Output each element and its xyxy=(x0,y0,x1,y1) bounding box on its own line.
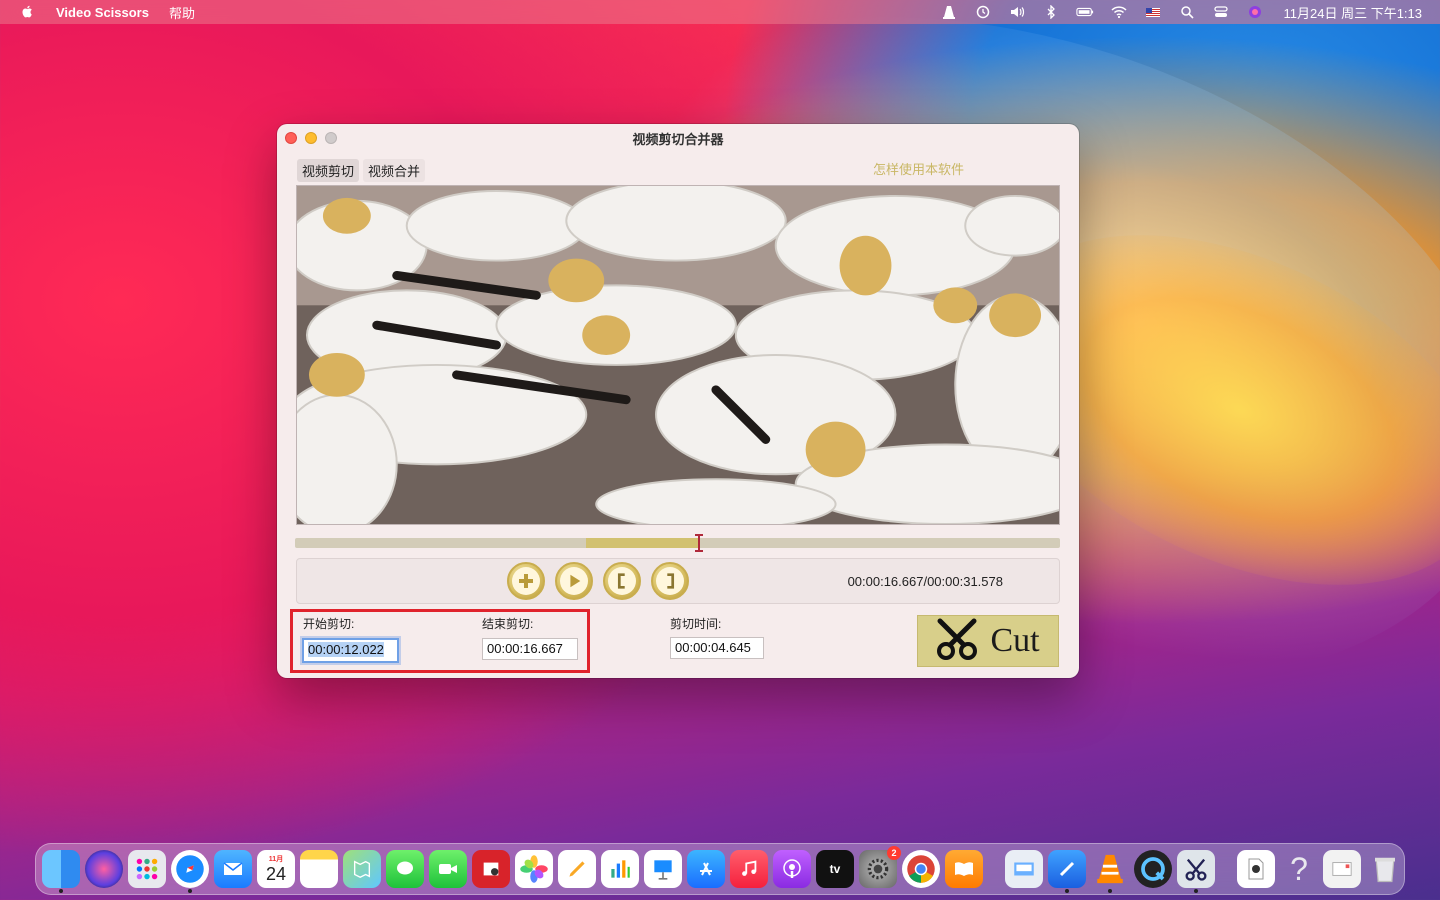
scissors-icon xyxy=(936,617,980,666)
video-preview[interactable] xyxy=(296,185,1060,525)
photo-booth-icon[interactable] xyxy=(472,850,510,888)
video-scissors-icon[interactable] xyxy=(1177,850,1215,893)
time-machine-icon[interactable] xyxy=(974,4,992,20)
help-question-icon[interactable]: ? xyxy=(1280,850,1318,888)
battery-icon[interactable] xyxy=(1075,4,1094,20)
photos-icon[interactable] xyxy=(515,850,553,888)
duration-label: 剪切时间: xyxy=(670,617,722,631)
calendar-day: 24 xyxy=(265,863,287,884)
mark-in-button[interactable] xyxy=(603,562,641,600)
window-titlebar[interactable]: 视频剪切合并器 xyxy=(277,124,1079,152)
notification-badge: 2 xyxy=(887,846,901,860)
playback-controls: 00:00:16.667/00:00:31.578 xyxy=(296,558,1060,604)
close-window-button[interactable] xyxy=(285,132,297,144)
siri-dock-icon[interactable] xyxy=(85,850,123,888)
duration-field[interactable]: 00:00:04.645 xyxy=(670,637,764,659)
add-video-button[interactable] xyxy=(507,562,545,600)
playhead-handle[interactable] xyxy=(694,534,704,552)
music-icon[interactable] xyxy=(730,850,768,888)
cut-button-label: Cut xyxy=(990,622,1040,659)
apple-tv-icon[interactable]: tv xyxy=(816,850,854,888)
mark-out-button[interactable] xyxy=(651,562,689,600)
time-readout: 00:00:16.667/00:00:31.578 xyxy=(847,574,1003,589)
tab-video-merge[interactable]: 视频合并 xyxy=(363,159,426,182)
xcode-icon[interactable] xyxy=(1048,850,1086,893)
cut-start-field[interactable]: 00:00:12.022 xyxy=(302,638,399,663)
quicktime-icon[interactable] xyxy=(1134,850,1172,888)
play-button[interactable] xyxy=(555,562,593,600)
timeline-track[interactable] xyxy=(295,534,1060,552)
tab-video-cut[interactable]: 视频剪切 xyxy=(297,159,360,182)
keynote-icon[interactable] xyxy=(644,850,682,888)
podcasts-icon[interactable] xyxy=(773,850,811,888)
wifi-icon[interactable] xyxy=(1110,4,1128,20)
chrome-icon[interactable] xyxy=(902,850,940,888)
add-icon xyxy=(512,567,540,595)
play-icon xyxy=(560,567,588,595)
help-menu[interactable]: 帮助 xyxy=(169,3,195,22)
volume-icon[interactable] xyxy=(1008,4,1026,20)
safari-icon[interactable] xyxy=(171,850,209,893)
system-preferences-icon[interactable]: 2 xyxy=(859,846,901,888)
app-store-icon[interactable] xyxy=(687,850,725,888)
pencil-app-icon[interactable] xyxy=(558,850,596,888)
app-name-menu[interactable]: Video Scissors xyxy=(56,5,149,20)
how-to-use-link[interactable]: 怎样使用本软件 xyxy=(873,159,964,178)
app-window: 视频剪切合并器 视频剪切 视频合并 怎样使用本软件 00:00:16.667/0… xyxy=(277,124,1079,678)
video-frame-gannets xyxy=(297,186,1059,524)
cut-start-label: 开始剪切: xyxy=(303,617,355,631)
mark-in-icon xyxy=(608,567,636,595)
mp4-file-icon[interactable] xyxy=(1237,850,1275,888)
minimize-window-button[interactable] xyxy=(305,132,317,144)
dock: 11月 24 tv 2 ? xyxy=(35,843,1405,895)
vlc-status-icon[interactable] xyxy=(940,4,958,20)
email-stamp-icon[interactable] xyxy=(1323,850,1361,888)
status-area: 11月24日 周三 下午1:13 xyxy=(940,0,1422,24)
facetime-icon[interactable] xyxy=(429,850,467,888)
cut-end-field[interactable]: 00:00:16.667 xyxy=(482,638,578,660)
mail-icon[interactable] xyxy=(214,850,252,888)
input-source-flag-icon[interactable] xyxy=(1144,4,1162,20)
cut-end-value: 00:00:16.667 xyxy=(487,641,563,656)
menu-bar: Video Scissors 帮助 11月24日 周三 下午1:13 xyxy=(0,0,1440,24)
apple-menu-icon[interactable] xyxy=(20,4,36,20)
vlc-icon[interactable] xyxy=(1091,850,1129,893)
zoom-window-button[interactable] xyxy=(325,132,337,144)
trash-icon[interactable] xyxy=(1366,850,1404,888)
preview-icon[interactable] xyxy=(1005,850,1043,888)
launchpad-icon[interactable] xyxy=(128,850,166,888)
window-controls xyxy=(285,132,337,144)
spotlight-search-icon[interactable] xyxy=(1178,4,1196,20)
control-center-icon[interactable] xyxy=(1212,4,1230,20)
cut-button[interactable]: Cut xyxy=(917,615,1059,667)
menubar-clock[interactable]: 11月24日 周三 下午1:13 xyxy=(1284,3,1422,22)
cut-end-label: 结束剪切: xyxy=(482,617,534,631)
notes-icon[interactable] xyxy=(300,850,338,888)
books-icon[interactable] xyxy=(945,850,983,888)
cut-start-value: 00:00:12.022 xyxy=(308,642,384,657)
mode-tabs: 视频剪切 视频合并 xyxy=(297,159,426,182)
siri-icon[interactable] xyxy=(1246,4,1264,20)
duration-value: 00:00:04.645 xyxy=(675,640,751,655)
calendar-icon[interactable]: 11月 24 xyxy=(257,850,295,888)
maps-icon[interactable] xyxy=(343,850,381,888)
finder-icon[interactable] xyxy=(42,850,80,893)
messages-icon[interactable] xyxy=(386,850,424,888)
calendar-month: 11月 xyxy=(268,855,284,863)
timeline-selection[interactable] xyxy=(586,538,699,548)
mark-out-icon xyxy=(656,567,684,595)
numbers-icon[interactable] xyxy=(601,850,639,888)
window-title: 视频剪切合并器 xyxy=(632,131,724,147)
bluetooth-icon[interactable] xyxy=(1042,4,1060,20)
